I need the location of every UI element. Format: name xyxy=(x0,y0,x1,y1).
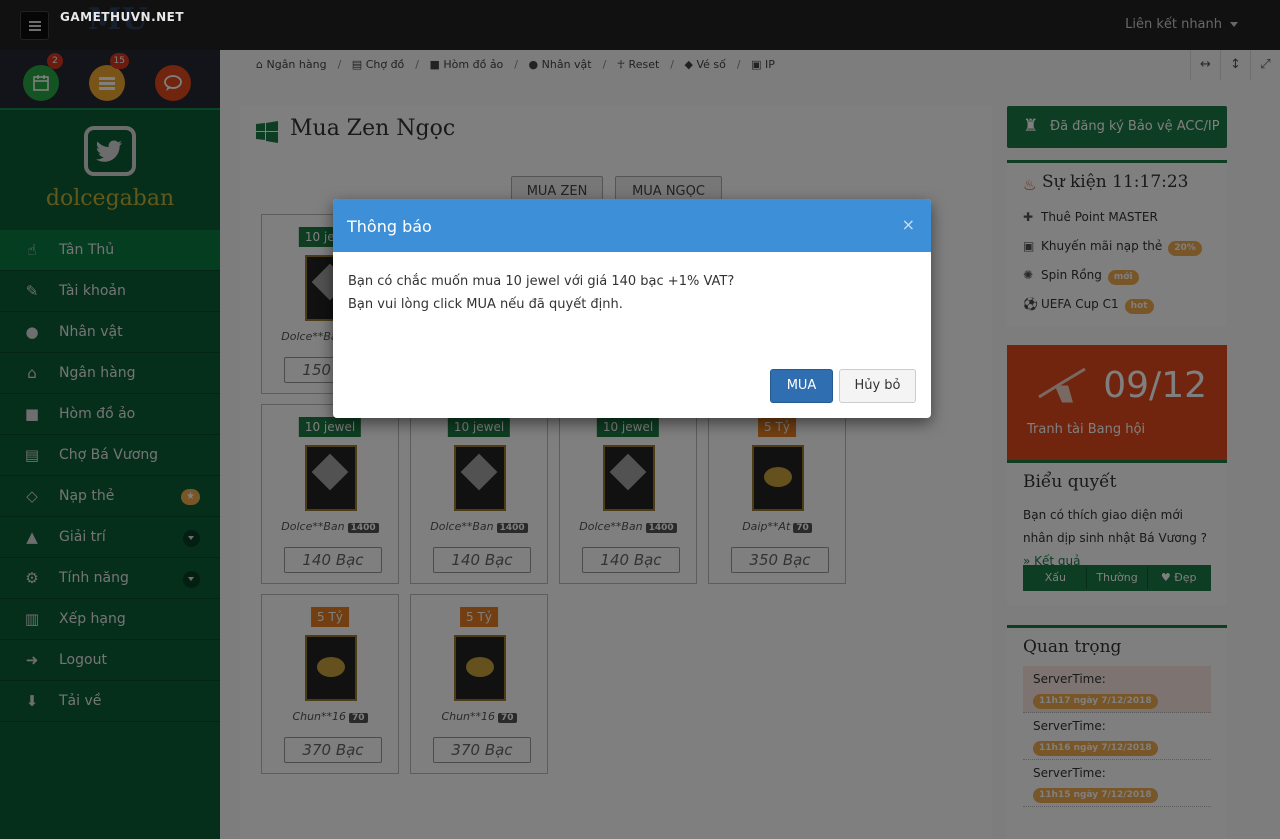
cancel-button[interactable]: Hủy bỏ xyxy=(839,369,916,403)
buy-button[interactable]: MUA xyxy=(770,369,833,403)
confirm-dialog: Thông báo × Bạn có chắc muốn mua 10 jewe… xyxy=(333,199,931,418)
modal-backdrop[interactable] xyxy=(0,0,1280,839)
dialog-message-line: Bạn có chắc muốn mua 10 jewel với giá 14… xyxy=(348,274,735,289)
dialog-message: Bạn có chắc muốn mua 10 jewel với giá 14… xyxy=(348,270,734,316)
dialog-title: Thông báo xyxy=(347,217,432,236)
close-icon[interactable]: × xyxy=(902,215,915,234)
dialog-message-line: Bạn vui lòng click MUA nếu đã quyết định… xyxy=(348,297,623,312)
dialog-header: Thông báo × xyxy=(333,199,931,252)
site-logo[interactable]: MU GAMETHUVN.NET xyxy=(60,2,184,37)
